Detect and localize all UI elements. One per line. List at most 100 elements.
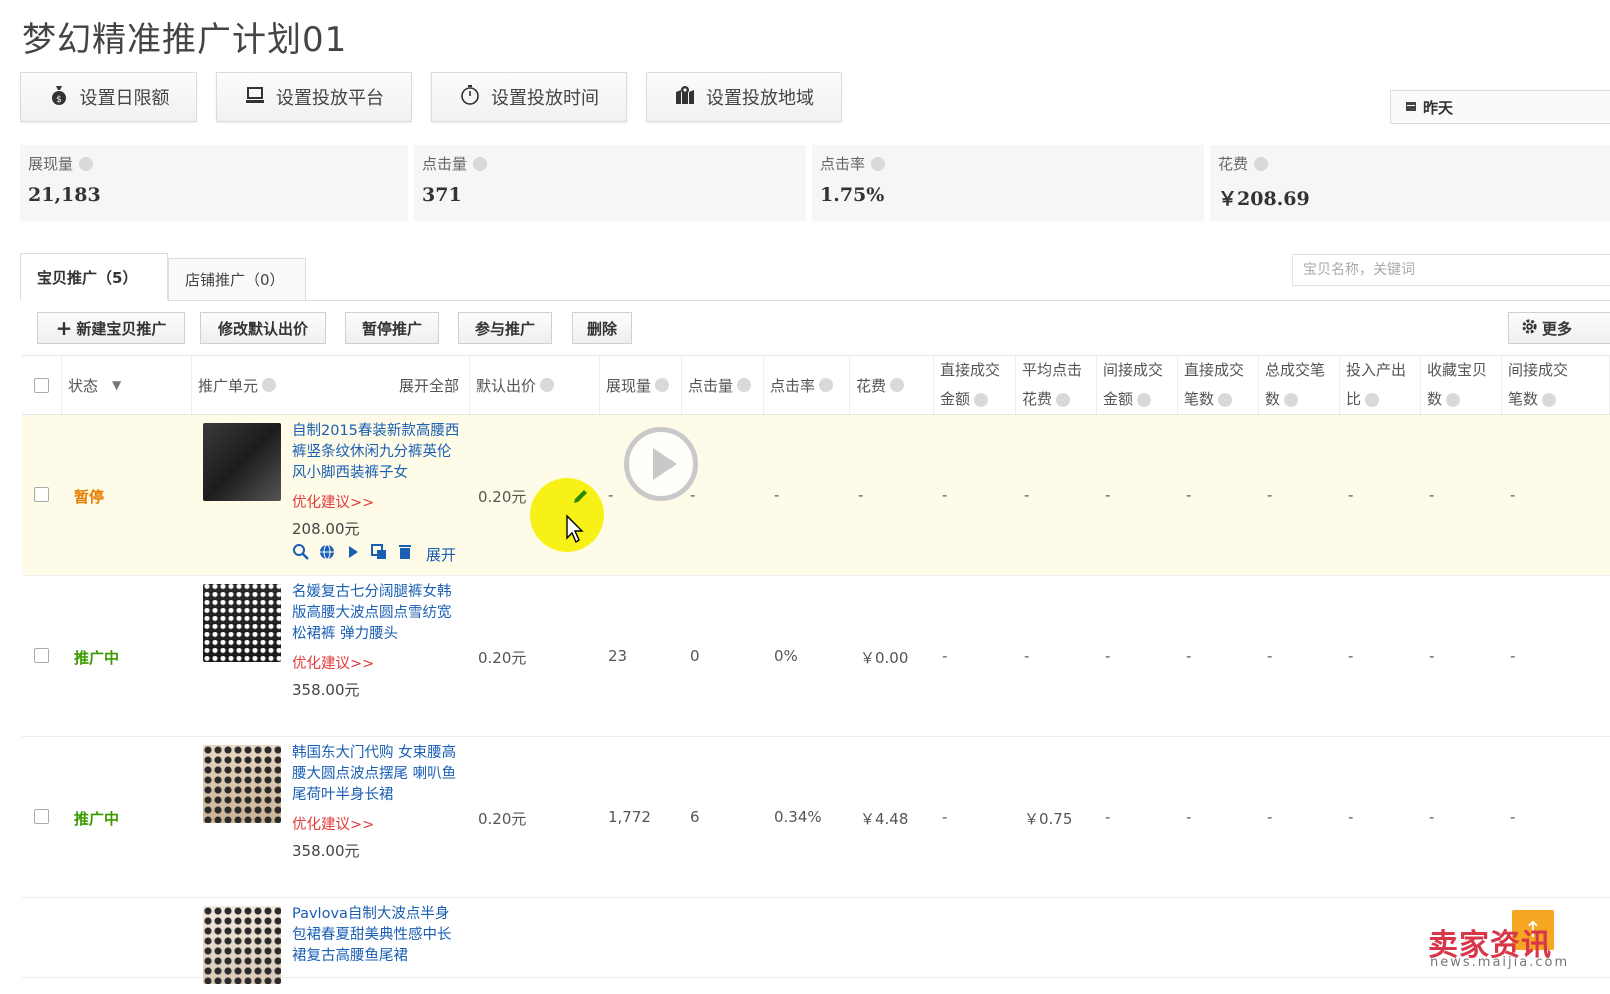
edit-pencil-icon[interactable] [571,486,591,510]
video-play-overlay[interactable] [624,427,698,501]
cost: ￥0.00 [860,649,909,667]
join-promotion-button[interactable]: 参与推广 [458,312,552,344]
header-indirect-count[interactable]: 间接成交 笔数 [1502,356,1610,414]
header-direct-count[interactable]: 直接成交 笔数 [1178,356,1259,414]
select-all-checkbox[interactable] [34,377,49,393]
status-label[interactable]: 推广中 [74,808,119,829]
product-thumbnail[interactable] [203,584,281,662]
indirect-count: - [1510,647,1516,665]
header-label: 默认出价 [476,376,537,395]
help-icon[interactable] [1056,392,1071,407]
help-icon[interactable] [473,156,488,171]
set-platform-button[interactable]: 设置投放平台 [216,72,412,122]
more-button[interactable]: 更多 [1508,312,1610,344]
optimize-suggestion-link[interactable]: 优化建议>> [292,652,374,673]
help-icon[interactable] [1218,392,1233,407]
product-title-link[interactable]: 韩国东大门代购 女束腰高腰大圆点波点摆尾 喇叭鱼尾荷叶半身长裙 [292,743,462,806]
help-icon[interactable] [1137,392,1152,407]
help-icon[interactable] [890,378,905,392]
header-label: 间接成交 [1103,361,1164,379]
default-bid[interactable]: 0.20元 [478,808,526,829]
metric-value: 1.75% [820,184,885,206]
set-daily-budget-button[interactable]: $ 设置日限额 [20,72,197,122]
help-icon[interactable] [1446,392,1461,407]
product-title-link[interactable]: Pavlova自制大波点半身包裙春夏甜美典性感中长裙复古高腰鱼尾裙 [292,904,462,967]
row-checkbox[interactable] [34,648,49,663]
tab-item-promotion[interactable]: 宝贝推广（5） [20,253,168,301]
help-icon[interactable] [1284,392,1299,407]
play-icon[interactable] [344,543,362,565]
header-cost[interactable]: 花费 [850,356,934,414]
avg-click-cost: ￥0.75 [1024,810,1073,828]
metric-value: 21,183 [28,184,101,206]
default-bid[interactable]: 0.20元 [478,486,526,507]
search-input[interactable] [1292,254,1610,286]
header-indirect-amount[interactable]: 间接成交 金额 [1097,356,1178,414]
expand-link[interactable]: 展开 [426,544,456,565]
total-count: - [1267,647,1273,665]
help-icon[interactable] [871,156,886,171]
help-icon[interactable] [262,378,277,392]
help-icon[interactable] [1542,392,1557,407]
date-range-select[interactable]: 昨天 [1390,90,1610,124]
tab-shop-promotion[interactable]: 店铺推广（0） [168,258,306,301]
status-label[interactable]: 推广中 [74,647,119,668]
header-status[interactable]: 状态 ▼ [62,356,192,414]
optimize-suggestion-link[interactable]: 优化建议>> [292,813,374,834]
help-icon[interactable] [737,378,752,392]
search-icon[interactable] [292,543,310,565]
trash-icon[interactable] [396,543,414,565]
header-label: 投入产出 [1346,361,1407,379]
play-icon [653,448,677,480]
table-row: 推广中 韩国东大门代购 女束腰高腰大圆点波点摆尾 喇叭鱼尾荷叶半身长裙 优化建议… [22,737,1610,898]
product-thumbnail[interactable] [203,745,281,823]
chevron-down-icon: ▼ [112,378,122,392]
status-label[interactable]: 暂停 [74,486,104,507]
product-thumbnail[interactable] [203,423,281,501]
help-icon[interactable] [1365,392,1380,407]
metric-impressions: 展现量 21,183 [20,145,408,221]
gear-icon [1521,318,1538,339]
default-bid[interactable]: 0.20元 [478,647,526,668]
header-avg-click-cost[interactable]: 平均点击 花费 [1016,356,1097,414]
impressions: 1,772 [608,808,651,826]
row-checkbox[interactable] [34,487,49,502]
help-icon[interactable] [974,392,989,407]
header-favorites[interactable]: 收藏宝贝 数 [1421,356,1502,414]
header-total-count[interactable]: 总成交笔 数 [1259,356,1340,414]
header-roi[interactable]: 投入产出 比 [1340,356,1421,414]
button-label: 新建宝贝推广 [76,319,167,338]
metric-value: 371 [422,184,462,206]
header-direct-amount[interactable]: 直接成交 金额 [934,356,1016,414]
header-impressions[interactable]: 展现量 [600,356,682,414]
total-count: - [1267,486,1273,504]
table-row: 推广中 名媛复古七分阔腿裤女韩版高腰大波点圆点雪纺宽松裙裤 弹力腰头 优化建议>… [22,576,1610,737]
delete-button[interactable]: 删除 [572,312,632,344]
button-label: 更多 [1542,319,1573,338]
optimize-suggestion-link[interactable]: 优化建议>> [292,491,374,512]
modify-default-bid-button[interactable]: 修改默认出价 [200,312,326,344]
new-item-promotion-button[interactable]: + 新建宝贝推广 [37,312,185,344]
help-icon[interactable] [540,378,555,392]
set-region-button[interactable]: 设置投放地域 [646,72,842,122]
help-icon[interactable] [655,378,670,392]
set-time-button[interactable]: 设置投放时间 [431,72,627,122]
globe-icon[interactable] [318,543,336,565]
header-label: 展现量 [606,376,652,395]
help-icon[interactable] [1254,156,1269,171]
avg-click-cost: - [1024,647,1030,665]
header-ctr[interactable]: 点击率 [764,356,850,414]
product-thumbnail[interactable] [203,906,281,984]
header-clicks[interactable]: 点击量 [682,356,764,414]
help-icon[interactable] [79,156,94,171]
expand-all-link[interactable]: 展开全部 [399,375,459,396]
metric-label: 花费 [1218,155,1249,173]
favorites: - [1429,808,1435,826]
product-title-link[interactable]: 自制2015春装新款高腰西裤竖条纹休闲九分裤英伦风小脚西装裤子女 [292,421,462,484]
product-title-link[interactable]: 名媛复古七分阔腿裤女韩版高腰大波点圆点雪纺宽松裙裤 弹力腰头 [292,582,462,645]
pause-promotion-button[interactable]: 暂停推广 [345,312,439,344]
copy-icon[interactable] [370,543,388,565]
indirect-amount: - [1105,486,1111,504]
help-icon[interactable] [819,378,834,392]
row-checkbox[interactable] [34,809,49,824]
